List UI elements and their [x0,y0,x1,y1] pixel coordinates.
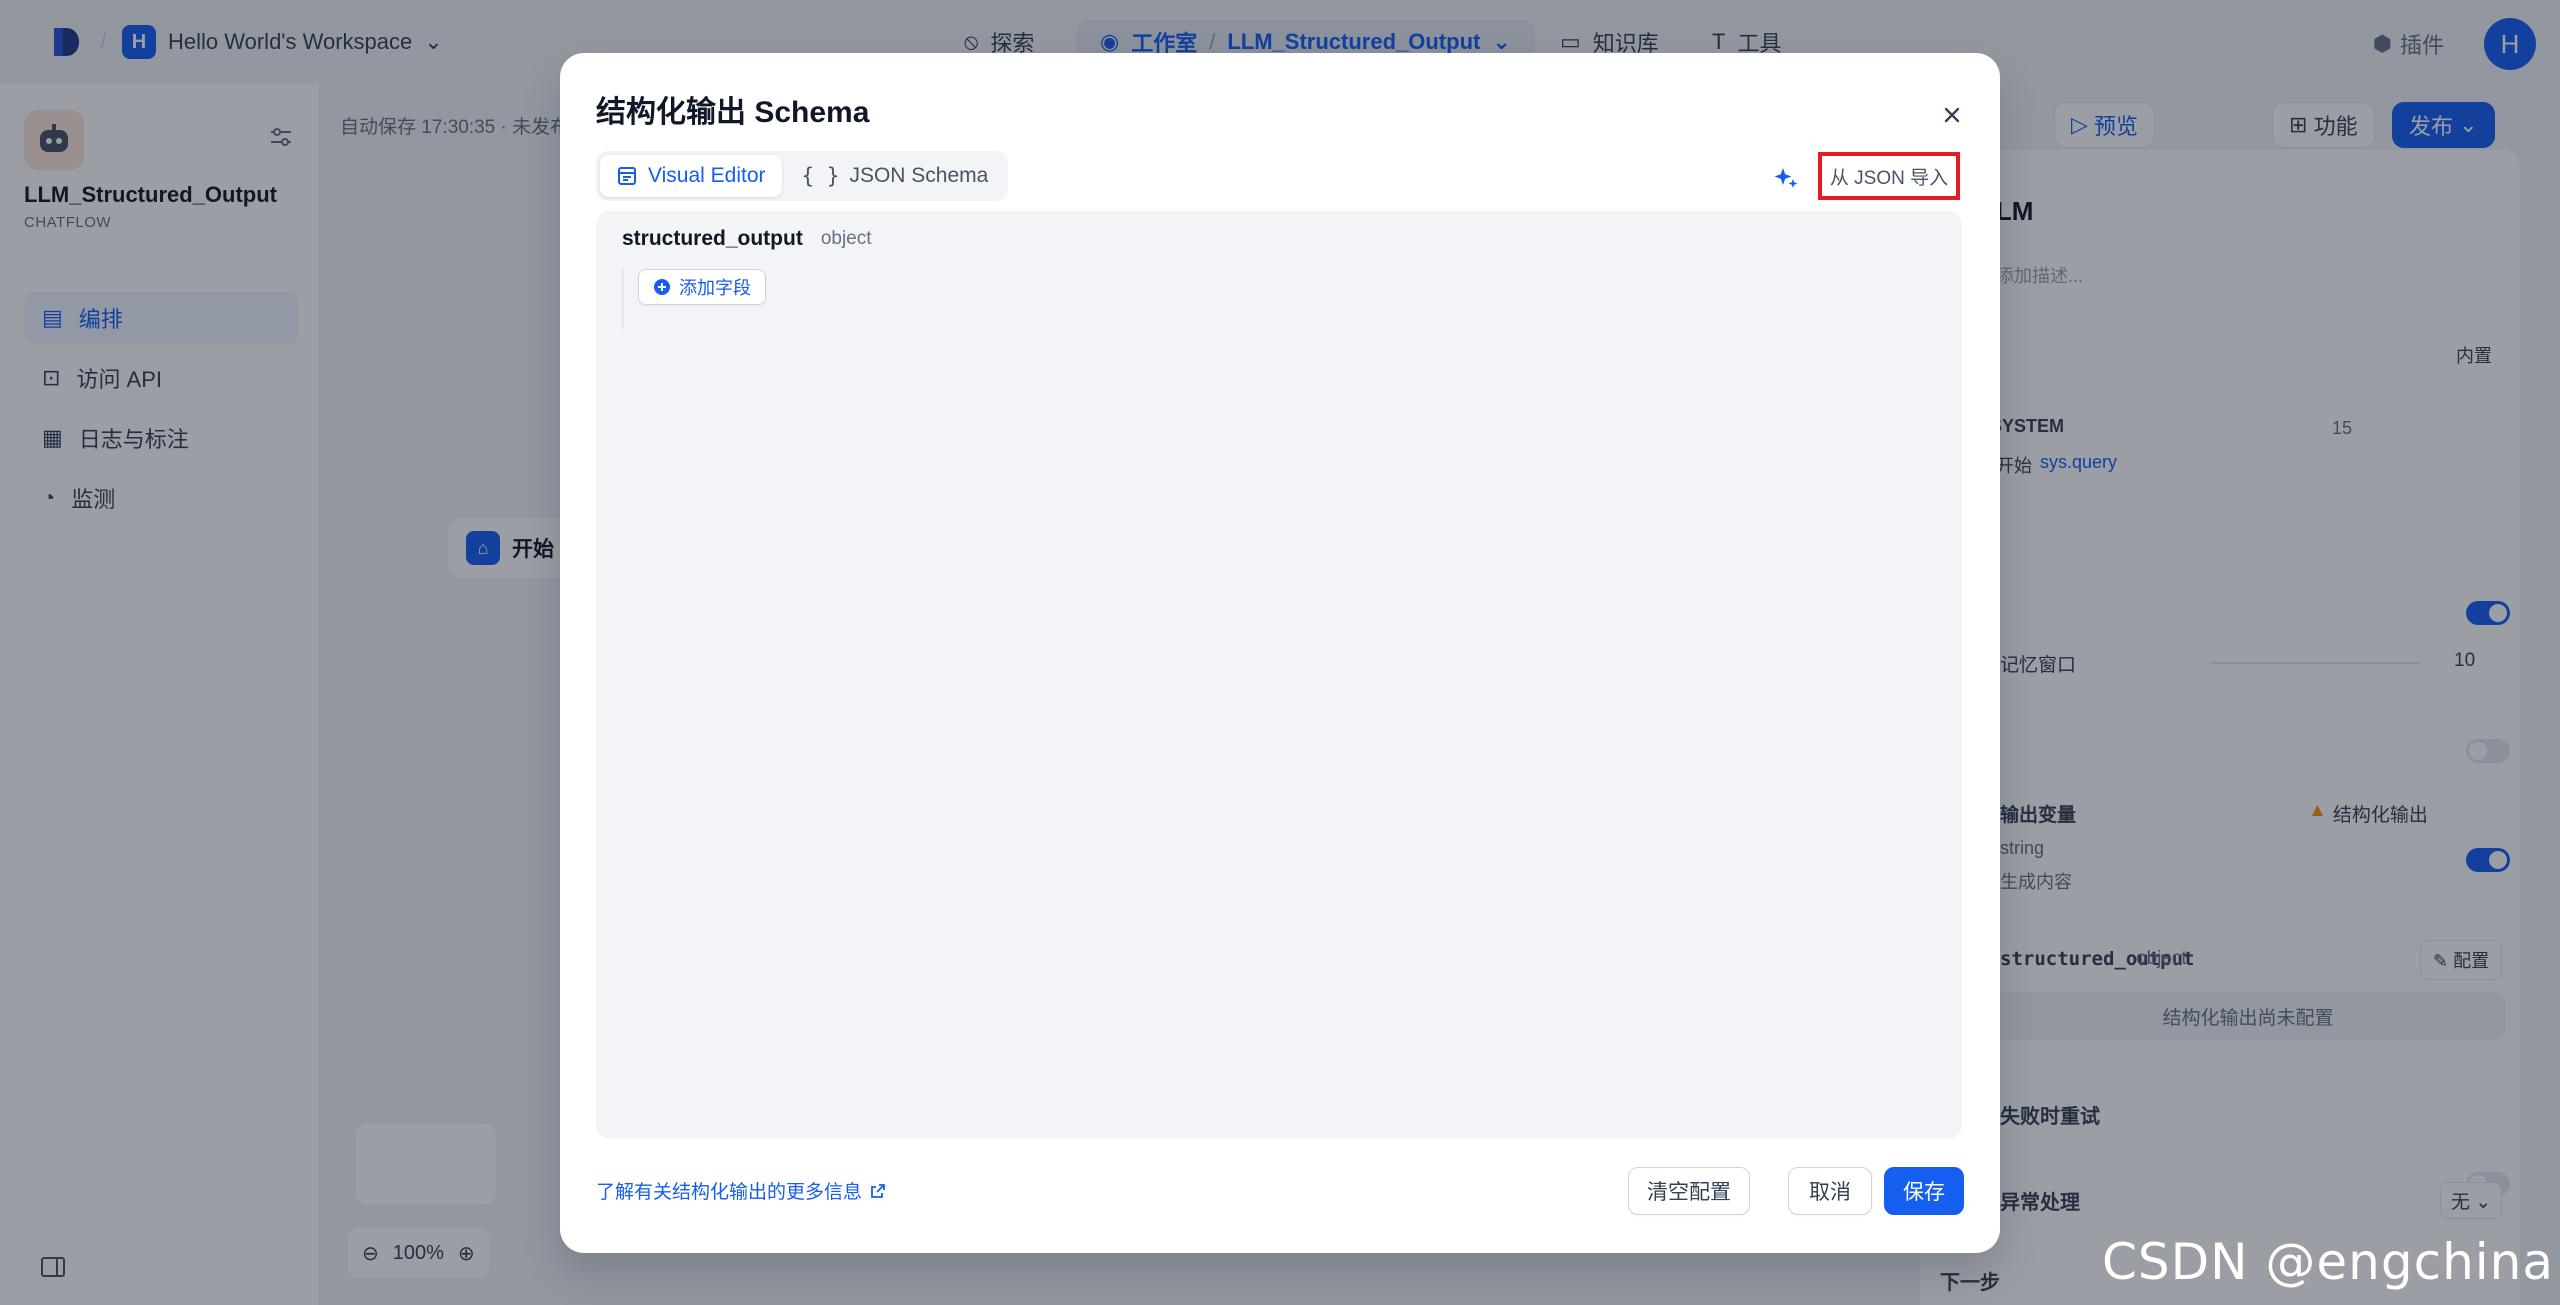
braces-icon: { } [801,164,840,188]
external-link-icon [870,1183,886,1199]
tree-line [622,267,624,329]
schema-root-field: structured_output object [622,227,872,251]
save-button[interactable]: 保存 [1884,1167,1964,1215]
tab-visual-editor[interactable]: Visual Editor [600,155,782,197]
close-icon [1942,105,1962,125]
visual-schema-editor: structured_output object 添加字段 [596,211,1962,1139]
close-button[interactable] [1932,95,1972,135]
learn-more-label: 了解有关结构化输出的更多信息 [596,1182,863,1203]
tab-json-schema[interactable]: { } JSON Schema [786,155,1005,197]
plus-circle-icon [653,278,671,296]
ai-generate-button[interactable] [1768,161,1804,197]
structured-output-schema-dialog: 结构化输出 Schema Visual Editor { } JSON Sche… [560,53,2000,1253]
root-field-type: object [820,228,872,249]
editor-mode-tabs: Visual Editor { } JSON Schema [596,151,1009,201]
watermark: CSDN @engchina [2101,1233,2554,1291]
tab-json-schema-label: JSON Schema [849,164,989,187]
clear-config-button[interactable]: 清空配置 [1628,1167,1750,1215]
tab-visual-editor-label: Visual Editor [648,164,766,187]
learn-more-link[interactable]: 了解有关结构化输出的更多信息 [596,1177,886,1204]
sparkle-icon [1772,165,1800,193]
import-from-json-button[interactable]: 从 JSON 导入 [1818,152,1960,200]
cancel-button[interactable]: 取消 [1788,1167,1872,1215]
layout-icon [616,165,638,187]
root-field-name: structured_output [622,227,803,250]
add-field-label: 添加字段 [679,278,751,298]
add-field-button[interactable]: 添加字段 [638,269,766,305]
dialog-title: 结构化输出 Schema [596,96,870,129]
